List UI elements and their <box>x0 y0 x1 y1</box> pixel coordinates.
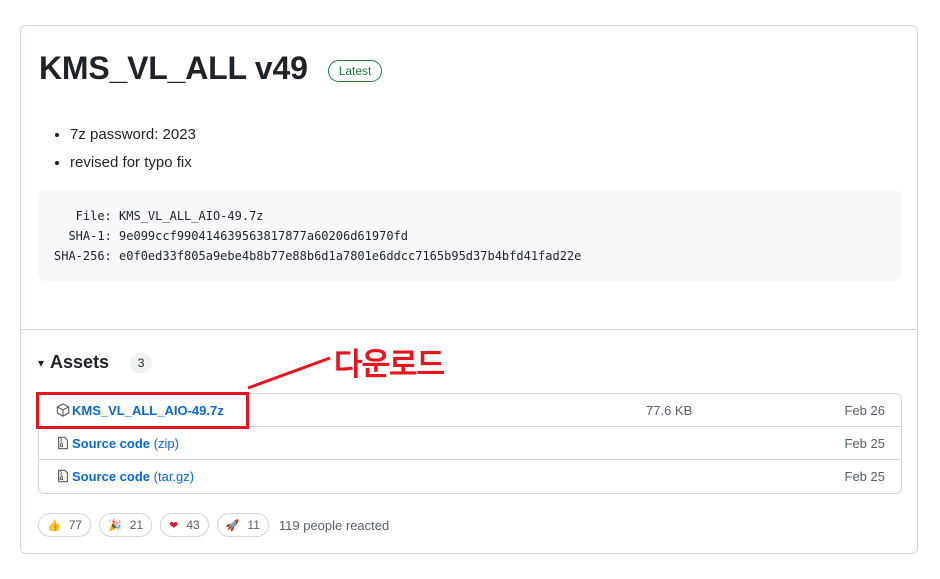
source-targz-link[interactable]: Source code (tar.gz) <box>72 469 194 484</box>
asset-date: Feb 26 <box>844 403 885 418</box>
heart-icon: ❤ <box>169 519 179 532</box>
reaction-rocket[interactable]: 🚀 11 <box>216 513 269 537</box>
caret-down-icon: ▾ <box>38 355 45 370</box>
release-title[interactable]: KMS_VL_ALL v49 <box>39 50 308 87</box>
asset-date: Feb 25 <box>844 436 885 451</box>
reactions-bar: 👍 77 🎉 21 ❤ 43 🚀 11 119 people reacted <box>38 513 389 537</box>
source-zip-link[interactable]: Source code (zip) <box>72 436 179 451</box>
reaction-count: 77 <box>68 518 83 532</box>
reactions-summary: 119 people reacted <box>278 517 390 533</box>
assets-toggle[interactable]: ▾ Assets 3 <box>38 352 153 373</box>
release-note-item: 7z password: 2023 <box>70 125 196 153</box>
file-zip-icon <box>58 436 68 450</box>
latest-badge: Latest <box>327 59 383 82</box>
reaction-count: 21 <box>129 518 144 532</box>
annotation-highlight-box <box>36 392 249 429</box>
asset-size: 77.6 KB <box>646 403 693 418</box>
asset-date: Feb 25 <box>844 469 885 484</box>
reaction-thumbs-up[interactable]: 👍 77 <box>38 513 92 537</box>
hash-code-block: File: KMS_VL_ALL_AIO-49.7z SHA-1: 9e099c… <box>38 190 902 281</box>
reaction-tada[interactable]: 🎉 21 <box>99 513 153 537</box>
tada-icon: 🎉 <box>108 519 122 532</box>
divider <box>21 329 917 330</box>
release-notes: 7z password: 2023 revised for typo fix <box>70 125 196 181</box>
asset-row: Source code (tar.gz) Feb 25 <box>39 460 901 493</box>
annotation-label: 다운로드 <box>334 347 445 383</box>
thumbs-up-icon: 👍 <box>47 519 61 532</box>
release-note-item: revised for typo fix <box>70 153 196 181</box>
assets-count-badge: 3 <box>130 352 153 373</box>
asset-row: Source code (zip) Feb 25 <box>39 427 901 460</box>
hash-text: File: KMS_VL_ALL_AIO-49.7z SHA-1: 9e099c… <box>54 209 582 263</box>
reaction-count: 11 <box>247 518 260 532</box>
release-header: KMS_VL_ALL v49 Latest <box>39 50 383 87</box>
file-zip-icon <box>58 469 68 483</box>
reaction-count: 43 <box>186 518 200 532</box>
release-card: KMS_VL_ALL v49 Latest 7z password: 2023 … <box>20 25 918 554</box>
reaction-heart[interactable]: ❤ 43 <box>160 513 209 537</box>
rocket-icon: 🚀 <box>225 519 240 532</box>
assets-title: Assets <box>50 352 110 372</box>
